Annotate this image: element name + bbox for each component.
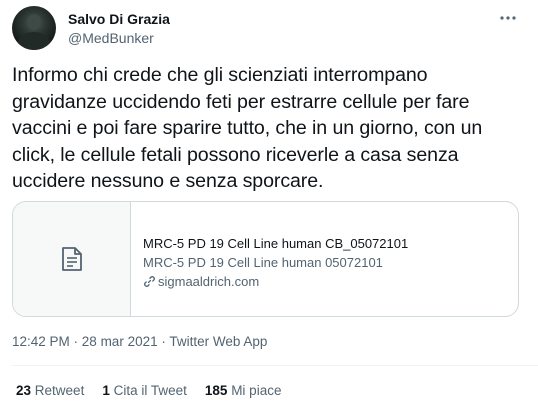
tweet-date[interactable]: 28 mar 2021 bbox=[82, 334, 158, 349]
link-card[interactable]: MRC-5 PD 19 Cell Line human CB_05072101 … bbox=[12, 201, 519, 317]
avatar-head-shape bbox=[27, 14, 41, 30]
retweets-label: Retweet bbox=[34, 383, 85, 398]
author-display-name[interactable]: Salvo Di Grazia bbox=[68, 10, 170, 28]
link-card-description: MRC-5 PD 19 Cell Line human 05072101 bbox=[143, 255, 383, 270]
document-icon bbox=[61, 247, 82, 271]
tweet-source-app[interactable]: Twitter Web App bbox=[169, 334, 267, 349]
author-handle[interactable]: @MedBunker bbox=[68, 29, 154, 47]
avatar[interactable] bbox=[12, 6, 56, 50]
link-card-title: MRC-5 PD 19 Cell Line human CB_05072101 bbox=[143, 236, 409, 251]
likes-label: Mi piace bbox=[231, 383, 282, 398]
link-icon bbox=[144, 276, 155, 287]
retweets-stat[interactable]: 23 Retweet bbox=[16, 382, 84, 400]
link-card-domain-text: sigmaaldrich.com bbox=[158, 274, 260, 289]
meta-separator: · bbox=[69, 334, 82, 349]
link-card-domain: sigmaaldrich.com bbox=[143, 272, 503, 291]
quote-tweets-stat[interactable]: 1 Cita il Tweet bbox=[102, 382, 187, 400]
avatar-shoulders-shape bbox=[18, 32, 50, 50]
more-options-button[interactable] bbox=[498, 8, 518, 28]
divider bbox=[12, 365, 538, 366]
quote-tweets-label: Cita il Tweet bbox=[113, 383, 187, 398]
tweet-stats: 23 Retweet 1 Cita il Tweet 185 Mi piace bbox=[16, 382, 299, 400]
tweet-time[interactable]: 12:42 PM bbox=[12, 334, 70, 349]
tweet: Salvo Di Grazia @MedBunker Informo chi c… bbox=[0, 0, 538, 406]
tweet-text: Informo chi crede che gli scienziati int… bbox=[12, 64, 483, 192]
retweets-count: 23 bbox=[16, 383, 32, 398]
likes-stat[interactable]: 185 Mi piace bbox=[205, 382, 282, 400]
meta-separator: · bbox=[157, 334, 170, 349]
tweet-meta: 12:42 PM · 28 mar 2021 · Twitter Web App bbox=[12, 333, 267, 351]
likes-count: 185 bbox=[204, 383, 228, 398]
more-horizontal-icon bbox=[500, 16, 516, 20]
quote-tweets-count: 1 bbox=[102, 383, 110, 398]
link-card-body: MRC-5 PD 19 Cell Line human CB_05072101 … bbox=[143, 234, 503, 291]
link-card-thumbnail bbox=[13, 202, 131, 316]
